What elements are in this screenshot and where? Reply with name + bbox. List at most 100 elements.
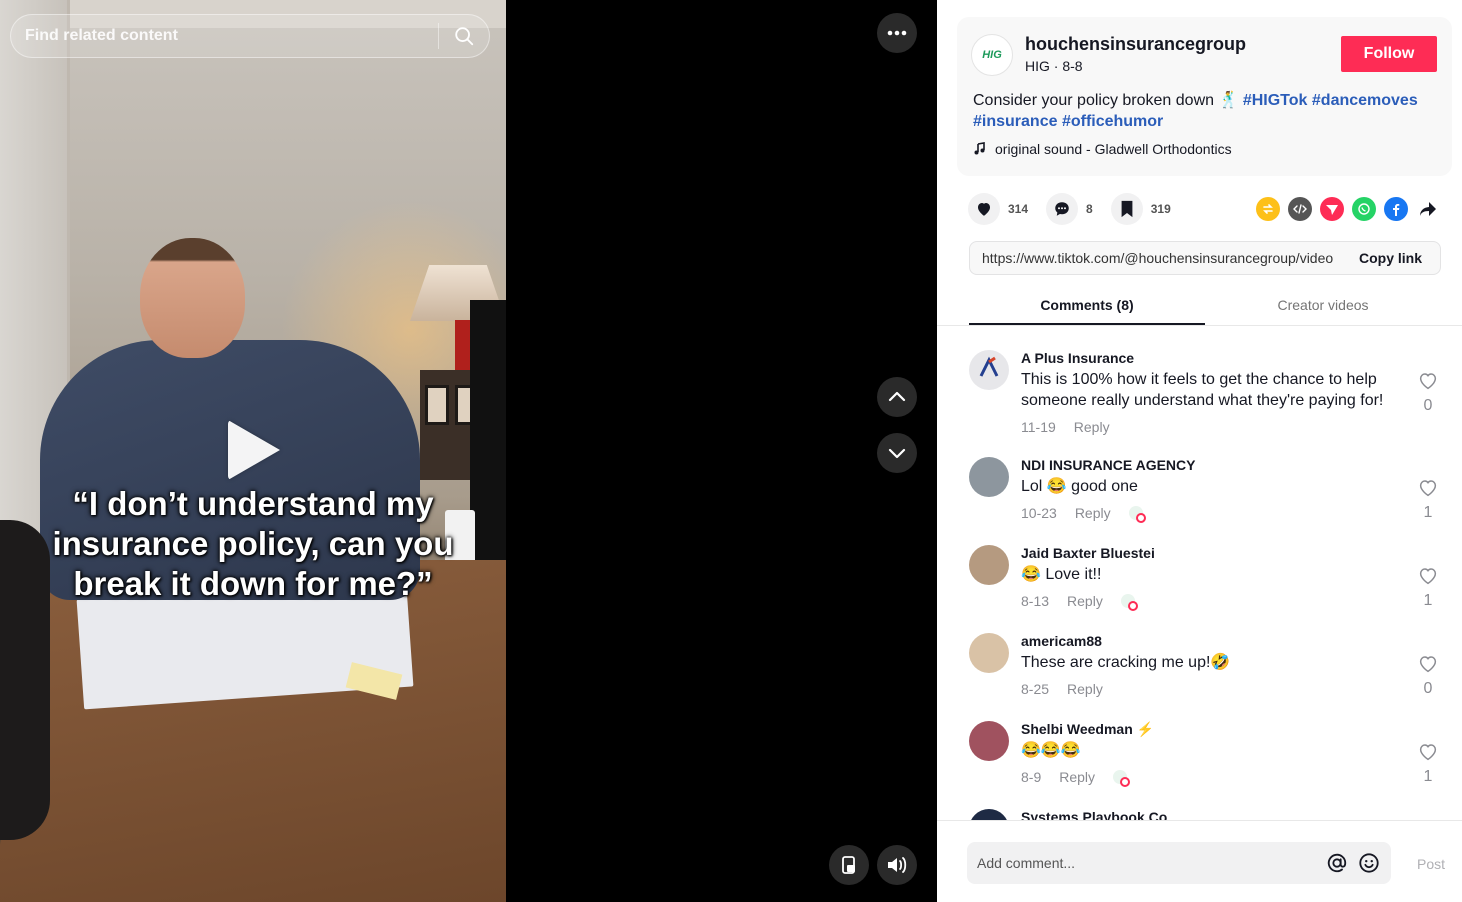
copy-link-button[interactable]: Copy link (1343, 250, 1440, 266)
send-to-friends-button[interactable] (1320, 197, 1344, 221)
hashtag-link[interactable]: #officehumor (1062, 113, 1163, 130)
more-icon (887, 30, 907, 36)
comment-input[interactable]: Add comment... (967, 855, 1321, 871)
reply-button[interactable]: Reply (1074, 419, 1110, 435)
music-link[interactable]: original sound - Gladwell Orthodontics (973, 141, 1232, 157)
play-icon[interactable] (228, 420, 280, 480)
comment-username[interactable]: NDI INSURANCE AGENCY (1021, 457, 1196, 473)
previous-video-button[interactable] (877, 377, 917, 417)
heart-icon (978, 203, 990, 216)
search-icon (455, 27, 474, 46)
embed-icon (1293, 204, 1307, 214)
comment-date: 10-23 (1021, 505, 1057, 521)
comment-like[interactable]: 0 (1415, 655, 1441, 698)
hashtag-link[interactable]: #dancemoves (1312, 92, 1418, 109)
panel-tabs: Comments (8) Creator videos (969, 287, 1441, 325)
comment-meta: 11-19 Reply (1021, 419, 1110, 435)
save-button[interactable] (1110, 193, 1143, 225)
reply-button[interactable]: Reply (1075, 505, 1111, 521)
volume-button[interactable] (877, 845, 917, 885)
details-panel: HIG houchensinsurancegroup HIG · 8-8 Fol… (937, 0, 1462, 902)
comment-avatar[interactable] (969, 633, 1009, 673)
comment-avatar[interactable] (969, 350, 1009, 390)
whatsapp-icon (1358, 203, 1370, 215)
comment-like[interactable]: 1 (1415, 479, 1441, 522)
creator-liked-icon (1120, 594, 1138, 611)
chevron-down-icon (888, 448, 906, 459)
post-comment-button[interactable]: Post (1417, 856, 1445, 872)
comment-avatar[interactable] (969, 457, 1009, 497)
video-area: “I don’t understand my insurance policy,… (0, 0, 937, 902)
comment-username[interactable]: A Plus Insurance (1021, 350, 1134, 366)
music-note-icon (974, 142, 985, 155)
video-scene-photo (425, 385, 449, 425)
comment-text: Lol 😂 good one (1021, 478, 1138, 495)
tab-comments[interactable]: Comments (8) (969, 287, 1205, 325)
mention-button[interactable] (1321, 847, 1353, 879)
tab-creator-videos[interactable]: Creator videos (1205, 287, 1441, 325)
reply-button[interactable]: Reply (1067, 681, 1103, 697)
description-text: Consider your policy broken down 🕺 (973, 92, 1243, 109)
emoji-button[interactable] (1353, 847, 1385, 879)
creator-liked-icon (1113, 770, 1131, 787)
save-action[interactable]: 319 (1110, 193, 1171, 225)
comment-like[interactable]: 0 (1415, 372, 1441, 415)
comment-meta: 10-23 Reply (1021, 505, 1146, 523)
a-plus-logo-icon (979, 356, 999, 377)
comment-username[interactable]: Jaid Baxter Bluestei (1021, 545, 1155, 561)
comment-like[interactable]: 1 (1415, 567, 1441, 610)
facebook-icon (1393, 204, 1400, 216)
comment-text: 😂 Love it!! (1021, 566, 1102, 583)
comment-username[interactable]: americam88 (1021, 633, 1102, 649)
more-share-button[interactable] (1416, 197, 1440, 221)
comment-like-count: 1 (1423, 592, 1433, 609)
repost-button[interactable] (1256, 197, 1280, 221)
video-link-text[interactable]: https://www.tiktok.com/@houchensinsuranc… (970, 250, 1343, 266)
share-row (1256, 197, 1440, 221)
at-mention-icon (1327, 853, 1347, 873)
comment-count: 8 (1086, 202, 1093, 216)
comment-icon (1055, 202, 1069, 216)
comment-like[interactable]: 1 (1415, 743, 1441, 786)
author-avatar[interactable]: HIG (971, 34, 1013, 76)
floating-player-button[interactable] (829, 845, 869, 885)
comment-meta: 8-13 Reply (1021, 593, 1138, 611)
comment-action[interactable]: 8 (1046, 193, 1093, 225)
reply-button[interactable]: Reply (1059, 769, 1095, 785)
chevron-up-icon (888, 391, 906, 402)
comment-username[interactable]: Shelbi Weedman ⚡ (1021, 721, 1154, 738)
comment-avatar[interactable] (969, 809, 1009, 820)
follow-button[interactable]: Follow (1341, 36, 1437, 72)
hashtag-link[interactable]: #HIGTok (1243, 92, 1308, 109)
like-button[interactable] (968, 193, 1000, 225)
video-link-box: https://www.tiktok.com/@houchensinsuranc… (969, 241, 1441, 275)
like-action[interactable]: 314 (968, 193, 1028, 225)
heart-outline-icon (1419, 568, 1437, 585)
comment-username[interactable]: Systems Playbook Co (1021, 809, 1167, 820)
hashtag-link[interactable]: #insurance (973, 113, 1057, 130)
search-input[interactable]: Find related content (11, 15, 438, 57)
heart-outline-icon (1419, 373, 1437, 390)
comment-avatar[interactable] (969, 721, 1009, 761)
heart-outline-icon (1419, 656, 1437, 673)
video-caption: “I don’t understand my insurance policy,… (52, 485, 454, 602)
music-title: original sound - Gladwell Orthodontics (995, 141, 1232, 157)
comment-text: This is 100% how it feels to get the cha… (1021, 371, 1384, 409)
comment-like-count: 0 (1423, 680, 1433, 697)
video-description: Consider your policy broken down 🕺 #HIGT… (973, 90, 1443, 132)
comment-box-divider (937, 820, 1462, 821)
search-button[interactable] (439, 15, 489, 57)
reply-button[interactable]: Reply (1067, 593, 1103, 609)
embed-button[interactable] (1288, 197, 1312, 221)
whatsapp-share-button[interactable] (1352, 197, 1376, 221)
facebook-share-button[interactable] (1384, 197, 1408, 221)
comment-meta: 8-9 Reply (1021, 769, 1131, 787)
author-username[interactable]: houchensinsurancegroup (1025, 34, 1246, 55)
next-video-button[interactable] (877, 433, 917, 473)
author-avatar-logo: HIG (982, 49, 1002, 61)
comment-avatar[interactable] (969, 545, 1009, 585)
video-player[interactable]: “I don’t understand my insurance policy,… (0, 0, 506, 902)
comment-button[interactable] (1046, 193, 1079, 225)
more-options-button[interactable] (877, 13, 917, 53)
comment-date: 8-25 (1021, 681, 1050, 697)
